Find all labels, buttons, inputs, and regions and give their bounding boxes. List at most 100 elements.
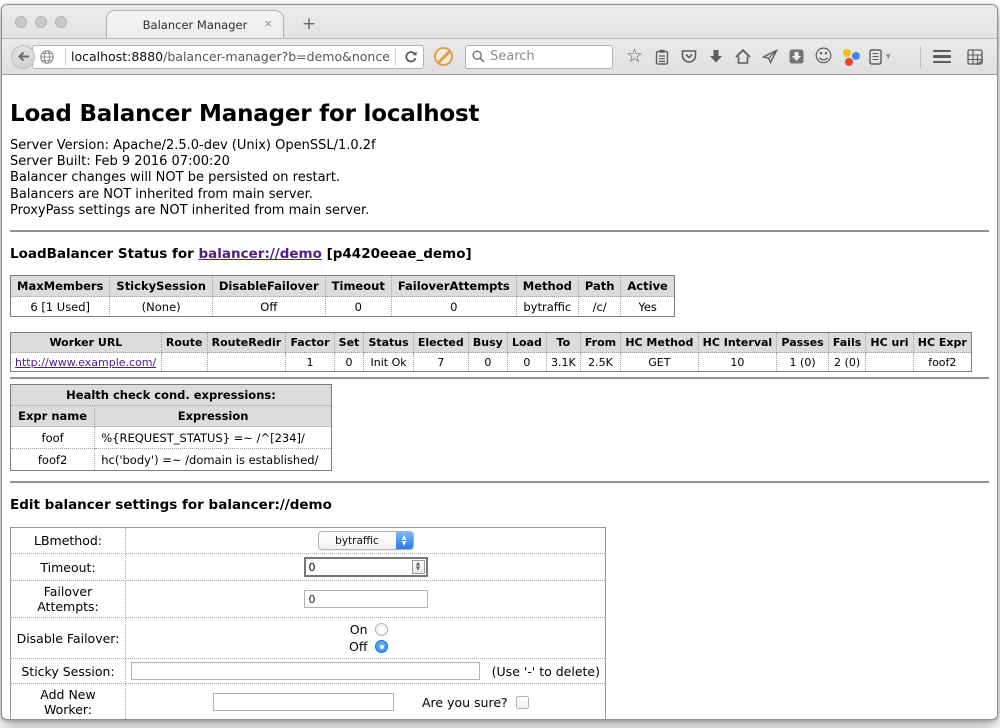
close-window-button[interactable] — [15, 16, 27, 28]
failover-attempts-row: Failover Attempts: — [11, 581, 606, 618]
status-heading: LoadBalancer Status for balancer://demo … — [10, 246, 989, 262]
home-button[interactable] — [729, 44, 756, 70]
col-hc-expr: HC Expr — [913, 333, 971, 353]
urlbar-divider-2 — [395, 48, 396, 66]
zoom-window-button[interactable] — [55, 16, 67, 28]
cell-factor: 1 — [286, 353, 334, 372]
browser-window: Balancer Manager × + localhost:8880/bala… — [1, 4, 998, 720]
balancer-status-table: MaxMembers StickySession DisableFailover… — [10, 275, 675, 317]
star-icon: ☆ — [626, 47, 643, 66]
cell-fails: 2 (0) — [828, 353, 866, 372]
cell-stickysession: (None) — [110, 297, 212, 317]
tab-title: Balancer Manager — [143, 18, 248, 32]
cell-load: 0 — [507, 353, 546, 372]
disable-failover-off-radio[interactable] — [375, 640, 388, 653]
pocket-icon — [681, 49, 697, 64]
disable-failover-on-radio[interactable] — [375, 623, 388, 636]
menu-button[interactable] — [928, 44, 955, 70]
minimize-window-button[interactable] — [35, 16, 47, 28]
lbmethod-row: LBmethod: bytraffic ▲▼ — [11, 528, 606, 554]
globe-icon[interactable] — [39, 49, 55, 65]
url-domain: localhost:8880 — [71, 49, 163, 64]
col-expression: Expression — [95, 406, 332, 427]
search-input[interactable] — [490, 49, 590, 64]
cell-hc-expr: foof2 — [913, 353, 971, 372]
add-worker-input[interactable] — [213, 693, 394, 711]
status-heading-suffix: [p4420eeae_demo] — [322, 246, 472, 262]
save-to-device-button[interactable] — [783, 44, 810, 70]
add-worker-row: Add New Worker: Are you sure? — [11, 684, 606, 720]
bookmark-button[interactable]: ☆ — [621, 44, 648, 70]
edit-settings-heading: Edit balancer settings for balancer://de… — [10, 497, 989, 513]
cell-active: Yes — [621, 297, 674, 317]
search-bar[interactable] — [465, 45, 613, 69]
timeout-row: Timeout: ▲▼ — [11, 554, 606, 581]
number-spinner-icon[interactable]: ▲▼ — [412, 560, 425, 574]
cell-timeout: 0 — [325, 297, 391, 317]
timeout-label: Timeout: — [11, 554, 126, 581]
reload-button[interactable] — [401, 45, 421, 69]
balancer-demo-link[interactable]: balancer://demo — [199, 246, 322, 262]
tab-close-icon[interactable]: × — [264, 18, 273, 30]
urlbar-divider — [65, 48, 66, 66]
col-from: From — [580, 333, 620, 353]
inherit-note-line: Balancers are NOT inherited from main se… — [10, 187, 989, 203]
hamburger-icon — [933, 50, 951, 64]
health-header-row: Expr name Expression — [11, 406, 332, 427]
extension-grid-button[interactable] — [961, 44, 988, 70]
health-row-foof2: foof2 hc('body') =~ /domain is establish… — [11, 449, 332, 471]
pocket-button[interactable] — [675, 44, 702, 70]
timeout-input[interactable] — [304, 557, 428, 577]
colored-dots-icon — [842, 48, 860, 66]
notes-button[interactable] — [864, 44, 886, 70]
url-bar[interactable]: localhost:8880/balancer-manager?b=demo&n… — [32, 45, 424, 69]
content-blocked-icon[interactable] — [434, 47, 453, 66]
divider — [10, 377, 989, 379]
select-stepper-icon: ▲▼ — [396, 532, 413, 549]
cell-from: 2.5K — [580, 353, 620, 372]
confirm-label: Are you sure? — [422, 695, 508, 710]
col-timeout: Timeout — [325, 276, 391, 297]
balancer-header-row: MaxMembers StickySession DisableFailover… — [11, 276, 675, 297]
download-arrow-icon — [709, 49, 723, 64]
cell-method: bytraffic — [516, 297, 578, 317]
col-set: Set — [334, 333, 364, 353]
confirm-checkbox[interactable] — [516, 696, 529, 709]
sticky-session-input[interactable] — [131, 662, 480, 680]
chevron-down-icon[interactable]: ▾ — [886, 52, 896, 62]
col-failoverattempts: FailoverAttempts — [391, 276, 516, 297]
cell-set: 0 — [334, 353, 364, 372]
worker-url-link[interactable]: http://www.example.com/ — [15, 356, 156, 369]
home-icon — [735, 49, 751, 64]
col-status: Status — [364, 333, 413, 353]
url-text[interactable]: localhost:8880/balancer-manager?b=demo&n… — [71, 49, 390, 64]
col-active: Active — [621, 276, 674, 297]
clipboard-icon — [655, 49, 669, 65]
lbmethod-select[interactable]: bytraffic ▲▼ — [318, 531, 414, 550]
downloads-button[interactable] — [702, 44, 729, 70]
new-tab-button[interactable]: + — [298, 14, 320, 34]
col-maxmembers: MaxMembers — [11, 276, 110, 297]
send-tab-button[interactable] — [756, 44, 783, 70]
save-box-icon — [789, 49, 804, 64]
server-info: Server Version: Apache/2.5.0-dev (Unix) … — [10, 138, 989, 219]
status-heading-prefix: LoadBalancer Status for — [10, 246, 199, 262]
worker-status-table: Worker URL Route RouteRedir Factor Set S… — [10, 332, 972, 372]
back-button[interactable] — [11, 45, 35, 69]
cell-hc-uri — [866, 353, 913, 372]
balancer-settings-form: LBmethod: bytraffic ▲▼ Timeout: ▲▼ — [10, 527, 606, 720]
cell-hc-method: GET — [621, 353, 698, 372]
col-expr-name: Expr name — [11, 406, 95, 427]
server-built-line: Server Built: Feb 9 2016 07:00:20 — [10, 154, 989, 170]
reading-list-button[interactable] — [648, 44, 675, 70]
back-arrow-icon — [17, 51, 30, 62]
cell-failoverattempts: 0 — [391, 297, 516, 317]
failover-attempts-input[interactable] — [304, 590, 428, 608]
send-icon — [762, 49, 778, 64]
feedback-button[interactable]: ☺ — [810, 44, 837, 70]
extension-dots-button[interactable] — [837, 44, 864, 70]
col-fails: Fails — [828, 333, 866, 353]
tab-balancer-manager[interactable]: Balancer Manager × — [106, 10, 284, 38]
proxypass-note-line: ProxyPass settings are NOT inherited fro… — [10, 203, 989, 219]
cell-passes: 1 (0) — [777, 353, 828, 372]
